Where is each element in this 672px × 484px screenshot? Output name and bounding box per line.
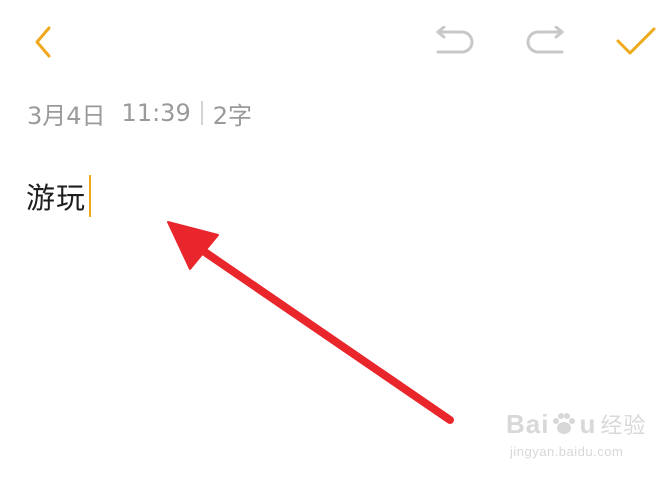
note-editor-toolbar [0,0,672,84]
note-time: 11:39 [121,99,191,127]
chevron-left-icon [35,26,51,58]
redo-icon [526,26,564,54]
baidu-jingyan-watermark: Bai u 经验 jingyan.baidu.com [506,408,666,478]
watermark-product: 经验 [600,413,647,438]
done-button[interactable] [612,18,660,66]
checkmark-icon [616,27,656,55]
undo-button[interactable] [430,18,478,66]
redo-button[interactable] [522,18,570,66]
undo-icon [436,26,474,54]
note-body-editor[interactable]: 游玩 [26,170,92,222]
note-meta: 3月4日 11:39 2字 [27,96,252,130]
watermark-logo: Bai u 经验 [506,408,666,440]
note-content[interactable]: 游玩 [26,175,86,217]
watermark-url: jingyan.baidu.com [510,444,624,459]
watermark-brand-suffix: u [579,408,597,439]
char-count: 2字 [212,101,252,130]
meta-divider [200,101,203,125]
watermark-brand: Bai [506,408,550,439]
back-button[interactable] [20,18,68,66]
paw-icon [553,413,576,434]
text-cursor [89,175,92,217]
note-date: 3月4日 [27,101,106,130]
